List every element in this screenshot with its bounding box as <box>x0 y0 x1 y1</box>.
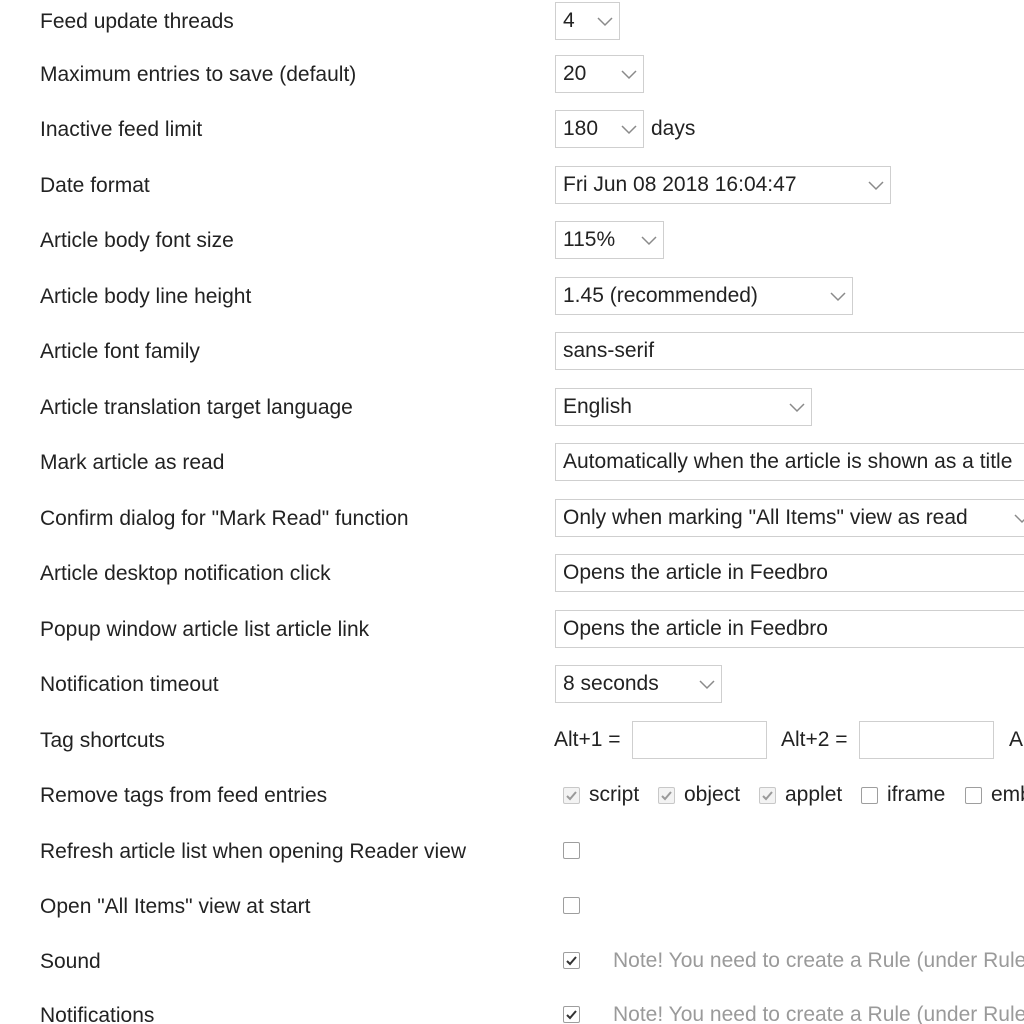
tag-shortcuts-label: Tag shortcuts <box>40 729 165 752</box>
body-line-height-value: 1.45 (recommended) <box>563 284 758 307</box>
body-line-height-select[interactable]: 1.45 (recommended) <box>555 277 853 315</box>
inactive-feed-limit-value: 180 <box>563 117 599 140</box>
tag-shortcut-1-label: Alt+1 = <box>554 728 621 751</box>
row-open-all-items: Open "All Items" view at start <box>0 885 1024 929</box>
row-remove-tags: Remove tags from feed entries script obj… <box>0 774 1024 818</box>
font-family-value: sans-serif <box>563 339 655 362</box>
mark-as-read-label: Mark article as read <box>40 451 225 474</box>
notifications-note: Note! You need to create a Rule (under R… <box>613 1003 1024 1024</box>
notifications-control: Note! You need to create a Rule (under R… <box>555 996 1024 1024</box>
desktop-notification-click-label: Article desktop notification click <box>40 562 331 585</box>
chevron-down-icon <box>620 120 638 138</box>
date-format-select[interactable]: Fri Jun 08 2018 16:04:47 <box>555 166 891 204</box>
inactive-feed-limit-label: Inactive feed limit <box>40 118 203 141</box>
chevron-down-icon <box>620 65 638 83</box>
notification-timeout-label: Notification timeout <box>40 673 219 696</box>
confirm-mark-read-value: Only when marking "All Items" view as re… <box>563 506 968 529</box>
desktop-notification-click-value: Opens the article in Feedbro <box>563 561 828 584</box>
chevron-down-icon <box>829 287 847 305</box>
row-notifications: Notifications Note! You need to create a… <box>0 994 1024 1024</box>
mark-as-read-select[interactable]: Automatically when the article is shown … <box>555 443 1024 481</box>
translation-language-label: Article translation target language <box>40 396 353 419</box>
inactive-feed-limit-select[interactable]: 180 <box>555 110 644 148</box>
open-all-items-checkbox[interactable] <box>563 897 580 914</box>
row-popup-article-link: Popup window article list article link O… <box>0 608 1024 652</box>
row-body-line-height: Article body line height 1.45 (recommend… <box>0 275 1024 319</box>
tag-object-label: object <box>684 783 741 806</box>
confirm-mark-read-label: Confirm dialog for "Mark Read" function <box>40 507 409 530</box>
tag-embed-label: emb <box>991 783 1024 806</box>
row-body-font-size: Article body font size 115% <box>0 219 1024 263</box>
row-desktop-notification-click: Article desktop notification click Opens… <box>0 552 1024 596</box>
tag-shortcut-2-label: Alt+2 = <box>781 728 848 751</box>
chevron-down-icon <box>788 398 806 416</box>
notifications-checkbox[interactable] <box>563 1006 580 1023</box>
row-inactive-feed-limit: Inactive feed limit 180 days <box>0 108 1024 152</box>
max-entries-label: Maximum entries to save (default) <box>40 63 357 86</box>
max-entries-select[interactable]: 20 <box>555 55 644 93</box>
notification-timeout-select[interactable]: 8 seconds <box>555 665 722 703</box>
chevron-down-icon <box>698 675 716 693</box>
refresh-reader-view-checkbox[interactable] <box>563 842 580 859</box>
body-font-size-select[interactable]: 115% <box>555 221 664 259</box>
chevron-down-icon <box>640 231 658 249</box>
tag-script-checkbox[interactable] <box>563 787 580 804</box>
refresh-reader-view-label: Refresh article list when opening Reader… <box>40 840 467 863</box>
sound-control: Note! You need to create a Rule (under R… <box>555 942 1024 982</box>
font-family-input[interactable]: sans-serif <box>555 332 1024 370</box>
remove-tags-label: Remove tags from feed entries <box>40 784 328 807</box>
popup-article-link-label: Popup window article list article link <box>40 618 370 641</box>
max-entries-value: 20 <box>563 62 587 85</box>
body-line-height-label: Article body line height <box>40 285 252 308</box>
row-date-format: Date format Fri Jun 08 2018 16:04:47 <box>0 164 1024 208</box>
row-confirm-mark-read: Confirm dialog for "Mark Read" function … <box>0 497 1024 541</box>
tag-shortcut-2-input[interactable] <box>859 721 994 759</box>
inactive-feed-limit-suffix: days <box>651 117 696 140</box>
notification-timeout-value: 8 seconds <box>563 672 659 695</box>
tag-iframe-checkbox[interactable] <box>861 787 878 804</box>
chevron-down-icon <box>867 176 885 194</box>
remove-tags-control: script object applet iframe emb <box>555 776 1024 816</box>
feed-update-threads-select[interactable]: 4 <box>555 2 620 40</box>
tag-shortcut-3-label: A <box>1009 728 1024 751</box>
chevron-down-icon <box>1013 509 1024 527</box>
tag-embed-checkbox[interactable] <box>965 787 982 804</box>
row-mark-as-read: Mark article as read Automatically when … <box>0 441 1024 485</box>
translation-language-select[interactable]: English <box>555 388 812 426</box>
popup-article-link-value: Opens the article in Feedbro <box>563 617 828 640</box>
row-font-family: Article font family sans-serif <box>0 330 1024 374</box>
open-all-items-label: Open "All Items" view at start <box>40 895 311 918</box>
confirm-mark-read-select[interactable]: Only when marking "All Items" view as re… <box>555 499 1024 537</box>
sound-label: Sound <box>40 950 101 973</box>
row-refresh-reader-view: Refresh article list when opening Reader… <box>0 830 1024 874</box>
popup-article-link-select[interactable]: Opens the article in Feedbro <box>555 610 1024 648</box>
tag-object-checkbox[interactable] <box>658 787 675 804</box>
tag-applet-label: applet <box>785 783 843 806</box>
feed-update-threads-label: Feed update threads <box>40 10 234 33</box>
desktop-notification-click-select[interactable]: Opens the article in Feedbro <box>555 554 1024 592</box>
body-font-size-value: 115% <box>563 228 616 251</box>
date-format-value: Fri Jun 08 2018 16:04:47 <box>563 173 797 196</box>
tag-applet-checkbox[interactable] <box>759 787 776 804</box>
date-format-label: Date format <box>40 174 150 197</box>
tag-shortcuts-control: Alt+1 = Alt+2 = A <box>554 721 1024 761</box>
feed-update-threads-value: 4 <box>563 9 575 32</box>
body-font-size-label: Article body font size <box>40 229 234 252</box>
chevron-down-icon <box>596 12 614 30</box>
tag-script-label: script <box>589 783 640 806</box>
mark-as-read-value: Automatically when the article is shown … <box>563 450 1013 473</box>
font-family-label: Article font family <box>40 340 200 363</box>
row-sound: Sound Note! You need to create a Rule (u… <box>0 940 1024 984</box>
translation-language-value: English <box>563 395 632 418</box>
tag-iframe-label: iframe <box>887 783 946 806</box>
row-tag-shortcuts: Tag shortcuts Alt+1 = Alt+2 = A <box>0 719 1024 763</box>
row-max-entries: Maximum entries to save (default) 20 <box>0 53 1024 97</box>
notifications-label: Notifications <box>40 1004 155 1024</box>
sound-note: Note! You need to create a Rule (under R… <box>613 949 1024 972</box>
row-translation-language: Article translation target language Engl… <box>0 386 1024 430</box>
row-notification-timeout: Notification timeout 8 seconds <box>0 663 1024 707</box>
tag-shortcut-1-input[interactable] <box>632 721 767 759</box>
row-feed-update-threads: Feed update threads 4 <box>0 0 1024 44</box>
sound-checkbox[interactable] <box>563 952 580 969</box>
